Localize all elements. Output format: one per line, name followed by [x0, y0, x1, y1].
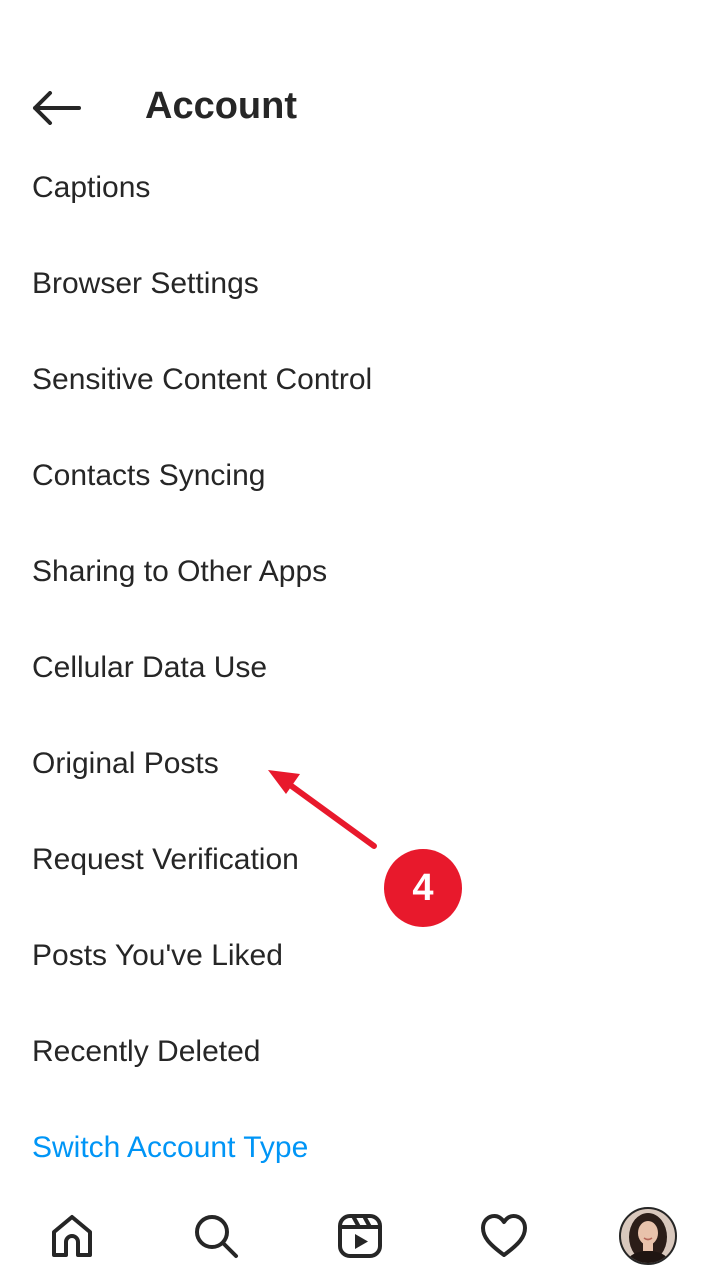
tab-profile[interactable]: [618, 1206, 678, 1266]
bottom-tab-bar: [0, 1192, 720, 1280]
menu-item-request-verification[interactable]: Request Verification: [0, 812, 720, 908]
heart-icon: [481, 1214, 527, 1257]
step-number-badge: 4: [384, 849, 462, 927]
menu-item-posts-youve-liked[interactable]: Posts You've Liked: [0, 908, 720, 1004]
tab-search[interactable]: [186, 1206, 246, 1266]
header-bar: Account: [0, 60, 720, 152]
menu-item-browser-settings[interactable]: Browser Settings: [0, 236, 720, 332]
switch-account-type-link[interactable]: Switch Account Type: [0, 1100, 720, 1196]
back-button[interactable]: [26, 82, 86, 134]
menu-item-sensitive-content-control[interactable]: Sensitive Content Control: [0, 332, 720, 428]
menu-item-captions[interactable]: Captions: [0, 140, 720, 236]
menu-item-contacts-syncing[interactable]: Contacts Syncing: [0, 428, 720, 524]
menu-item-cellular-data-use[interactable]: Cellular Data Use: [0, 620, 720, 716]
page-title: Account: [145, 85, 297, 127]
search-icon: [195, 1215, 238, 1258]
menu-item-original-posts[interactable]: Original Posts: [0, 716, 720, 812]
tab-reels[interactable]: [330, 1206, 390, 1266]
menu-item-recently-deleted[interactable]: Recently Deleted: [0, 1004, 720, 1100]
profile-avatar: [619, 1207, 677, 1265]
tab-activity[interactable]: [474, 1206, 534, 1266]
arrow-left-icon: [33, 91, 81, 125]
settings-menu: Captions Browser Settings Sensitive Cont…: [0, 140, 720, 1196]
home-icon: [52, 1215, 92, 1257]
tab-home[interactable]: [42, 1206, 102, 1266]
reels-icon: [338, 1214, 382, 1258]
menu-item-sharing-to-other-apps[interactable]: Sharing to Other Apps: [0, 524, 720, 620]
